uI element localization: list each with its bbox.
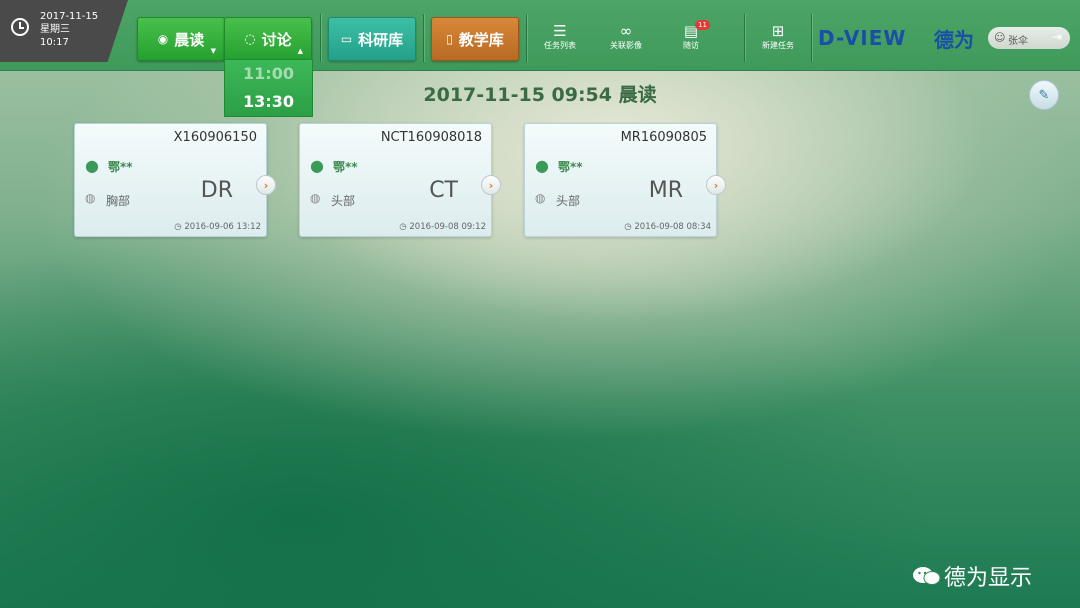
patient-icon: ●	[310, 156, 324, 175]
task-list-label: 任务列表	[544, 41, 576, 50]
link-icon: ∞	[619, 22, 633, 40]
patient-name: 鄂**	[558, 160, 583, 174]
clock-time: 10:17	[40, 37, 69, 48]
patient-icon: ●	[85, 156, 99, 175]
top-bar: 2017-11-15 星期三 10:17 ◉ 晨读 ▼ ◌ 讨论 ▲ ▭ 科研库…	[0, 0, 1080, 71]
study-card[interactable]: NCT160908018 ● 鄂** ◍ 头部 CT ◷ 2016-09-08 …	[299, 123, 501, 237]
body-part: 头部	[331, 194, 356, 208]
modality: CT	[429, 178, 458, 203]
modality: MR	[648, 178, 683, 203]
brand-logo: D-VIEW	[818, 26, 907, 50]
study-card[interactable]: X160906150 ● 鄂** ◍ 胸部 DR ◷ 2016-09-06 13…	[74, 123, 276, 237]
research-library-button[interactable]: ▭ 科研库	[328, 17, 416, 61]
user-menu[interactable]: ☺ 张伞 ⇥	[988, 27, 1070, 49]
patient-name: 鄂**	[333, 160, 358, 174]
study-datetime: ◷ 2016-09-08 08:34	[624, 222, 711, 232]
page-title: 2017-11-15 09:54 晨读	[423, 84, 657, 106]
body-part: 胸部	[106, 194, 131, 208]
study-id: NCT160908018	[380, 130, 482, 145]
edit-button[interactable]: ✎	[1029, 80, 1059, 110]
divider	[320, 14, 321, 62]
clock-weekday: 星期三	[40, 24, 70, 35]
brand-logo-cn: 德为	[934, 28, 974, 52]
chat-bubble-icon: ◌	[244, 31, 256, 47]
divider	[526, 14, 527, 62]
patient-icon: ●	[535, 156, 549, 175]
followup-button[interactable]: ▤ 11 随访	[661, 20, 721, 51]
link-image-label: 关联影像	[610, 41, 642, 50]
patient-name: 鄂**	[108, 160, 133, 174]
study-datetime: ◷ 2016-09-06 13:12	[174, 222, 261, 232]
divider	[423, 14, 424, 62]
clock-panel: 2017-11-15 星期三 10:17	[0, 0, 128, 62]
chevron-right-icon[interactable]: ›	[256, 175, 276, 195]
body-part: 头部	[556, 194, 581, 208]
watermark-text: 德为显示	[944, 566, 1033, 591]
body-part-icon: ◍	[535, 191, 546, 205]
book-icon: ▯	[446, 32, 453, 46]
study-id: X160906150	[173, 130, 257, 145]
study-datetime-value: 2016-09-08 09:12	[409, 222, 486, 232]
calendar-icon: ▤	[683, 22, 699, 40]
chart-icon: ▭	[340, 32, 353, 46]
plus-square-icon: ⊞	[771, 22, 785, 40]
task-list-button[interactable]: ☰ 任务列表	[530, 22, 590, 51]
followup-label: 随访	[683, 41, 699, 50]
clock-date: 2017-11-15	[40, 11, 99, 22]
checklist-icon: ☰	[553, 22, 567, 40]
morning-read-label: 晨读	[174, 30, 205, 49]
divider	[744, 14, 745, 62]
body-part-icon: ◍	[85, 191, 96, 205]
clock-text: 2017-11-15 星期三 10:17	[40, 10, 98, 49]
teaching-library-button[interactable]: ▯ 教学库	[431, 17, 519, 61]
chevron-right-icon[interactable]: ›	[706, 175, 726, 195]
user-name: 张伞	[1008, 36, 1028, 47]
modality: DR	[200, 178, 233, 203]
discussion-button[interactable]: ◌ 讨论 ▲	[224, 17, 312, 61]
morning-read-button[interactable]: ◉ 晨读 ▼	[137, 17, 225, 61]
divider	[811, 14, 812, 62]
wechat-icon	[913, 567, 941, 585]
discussion-label: 讨论	[261, 30, 292, 49]
caret-down-icon: ▼	[210, 47, 216, 55]
teaching-library-label: 教学库	[458, 30, 504, 49]
research-library-label: 科研库	[358, 30, 404, 49]
eye-icon: ◉	[157, 32, 169, 46]
body-part-icon: ◍	[310, 191, 321, 205]
new-task-button[interactable]: ⊞ 新建任务	[748, 22, 808, 51]
caret-up-icon: ▲	[297, 47, 303, 55]
link-image-button[interactable]: ∞ 关联影像	[596, 22, 656, 51]
followup-badge: 11	[695, 20, 710, 30]
clock-icon	[11, 18, 29, 36]
logout-icon[interactable]: ⇥	[1052, 30, 1062, 44]
new-task-label: 新建任务	[762, 41, 794, 50]
edit-icon: ✎	[1038, 87, 1050, 103]
study-datetime-value: 2016-09-06 13:12	[184, 222, 261, 232]
study-datetime-value: 2016-09-08 08:34	[634, 222, 711, 232]
study-card[interactable]: MR16090805 ● 鄂** ◍ 头部 MR ◷ 2016-09-08 08…	[524, 123, 726, 237]
study-id: MR16090805	[620, 130, 707, 145]
user-icon: ☺	[994, 31, 1006, 44]
study-datetime: ◷ 2016-09-08 09:12	[399, 222, 486, 232]
chevron-right-icon[interactable]: ›	[481, 175, 501, 195]
